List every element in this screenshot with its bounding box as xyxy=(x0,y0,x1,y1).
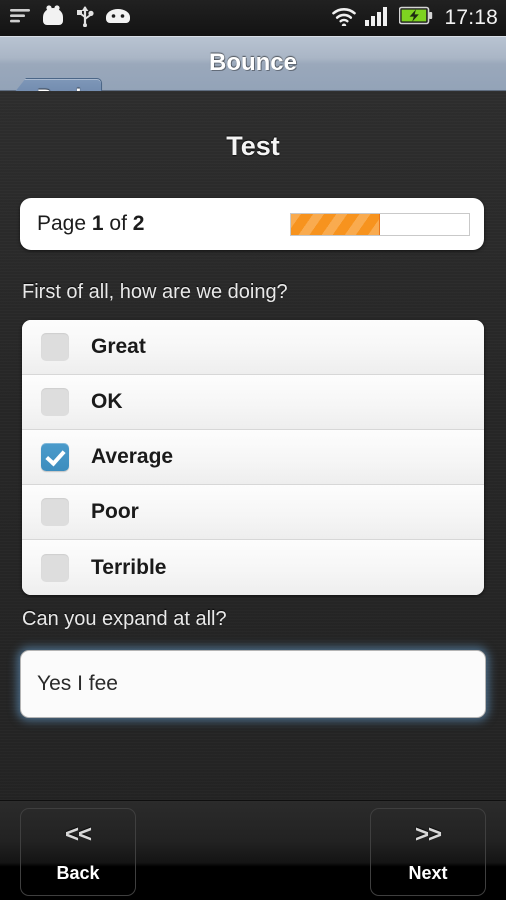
answer-field-wrapper xyxy=(20,650,486,718)
status-bar: 17:18 xyxy=(0,0,506,36)
option-row[interactable]: Average xyxy=(22,430,484,485)
option-label: Poor xyxy=(91,500,139,523)
checkbox-poor[interactable] xyxy=(41,498,69,526)
nav-next-label: Next xyxy=(408,862,448,883)
android-head-icon xyxy=(105,8,131,29)
checkbox-average[interactable] xyxy=(41,443,69,471)
progress-bar xyxy=(290,212,470,236)
form-heading: Test xyxy=(226,131,280,161)
nav-next-button[interactable]: >> Next xyxy=(370,808,486,896)
title-bar: Bounce Back xyxy=(0,36,506,118)
battery-charging-icon xyxy=(399,6,433,30)
answer-input[interactable] xyxy=(20,650,486,718)
progress-bar-fill xyxy=(291,213,380,235)
android-robot-icon xyxy=(41,4,65,32)
content-area: Test Page 1 of 2 First of all, how are w… xyxy=(0,91,506,800)
checkbox-terrible[interactable] xyxy=(41,553,69,582)
list-lines-icon xyxy=(10,8,30,29)
signal-bars-icon xyxy=(365,6,391,31)
question-1-label: First of all, how are we doing? xyxy=(22,281,288,303)
option-row[interactable]: OK xyxy=(22,375,484,430)
phone-screen: 17:18 Bounce Back Test Page 1 of 2 First… xyxy=(0,0,506,900)
status-bar-right-icons: 17:18 xyxy=(331,6,498,31)
status-bar-clock: 17:18 xyxy=(444,5,498,29)
checkbox-ok[interactable] xyxy=(41,388,69,416)
nav-back-label: Back xyxy=(56,862,100,883)
chevron-right-double-icon: >> xyxy=(414,820,442,848)
page-indicator-card: Page 1 of 2 xyxy=(20,198,484,250)
option-row[interactable]: Great xyxy=(22,320,484,375)
option-row[interactable]: Poor xyxy=(22,485,484,540)
page-middle: of xyxy=(109,212,127,235)
option-row[interactable]: Terrible xyxy=(22,540,484,595)
status-bar-left-icons xyxy=(10,4,131,32)
nav-back-button[interactable]: << Back xyxy=(20,808,136,896)
page-prefix: Page xyxy=(37,212,87,235)
question-2-label: Can you expand at all? xyxy=(22,608,227,630)
option-label: Average xyxy=(91,445,174,468)
wifi-icon xyxy=(331,6,357,31)
page-total: 2 xyxy=(132,212,145,235)
option-label: Terrible xyxy=(91,555,167,579)
option-label: OK xyxy=(91,390,123,413)
option-label: Great xyxy=(91,335,146,358)
question-1-options: Great OK Average Poor Terrible xyxy=(22,320,484,595)
bottom-nav-bar: << Back >> Next xyxy=(0,802,506,900)
page-indicator-label: Page 1 of 2 xyxy=(37,212,144,236)
checkbox-great[interactable] xyxy=(41,333,69,361)
chevron-left-double-icon: << xyxy=(64,820,92,848)
page-current: 1 xyxy=(91,212,104,235)
usb-icon xyxy=(76,5,94,32)
